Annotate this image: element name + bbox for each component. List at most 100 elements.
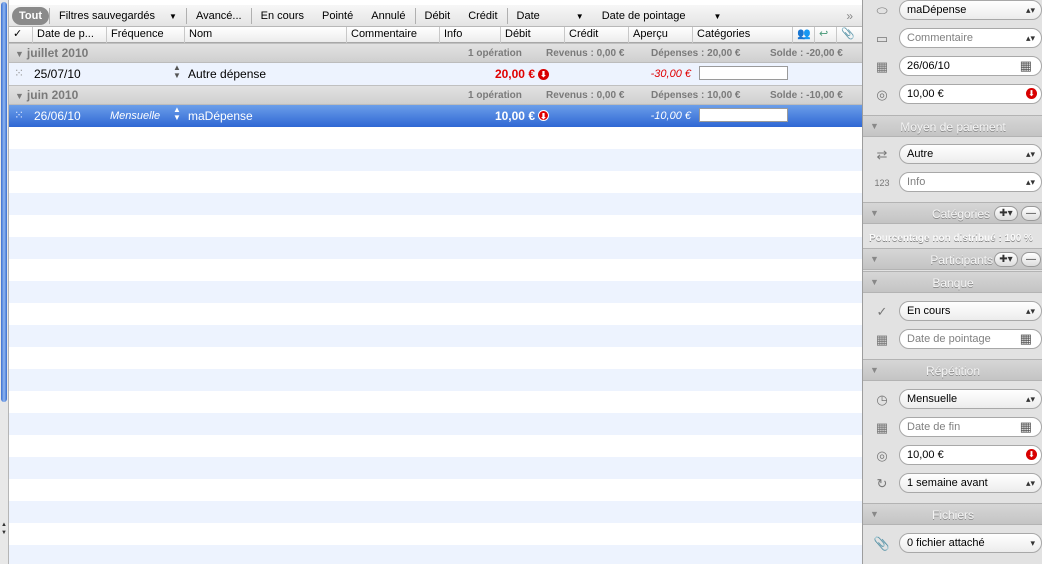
comment-row: ▭ Commentaire ▴▾	[863, 25, 1042, 53]
column-header-bar: ✓ Date de p... Fréquence Nom Commentaire…	[9, 27, 862, 43]
comment-field[interactable]: Commentaire ▴▾	[899, 28, 1042, 48]
categories-bar	[699, 66, 788, 80]
column-frequency[interactable]: Fréquence	[107, 27, 185, 43]
payment-mode-select[interactable]: Autre ▴▾	[899, 144, 1042, 164]
calendar-picker-icon[interactable]: ▦	[1020, 57, 1032, 75]
categories-section-header[interactable]: ▼ Catégories ✚▾ —	[863, 202, 1042, 224]
sort-stepper-icon[interactable]: ▲ ▼	[173, 106, 181, 122]
disclosure-triangle-icon[interactable]: ▼	[15, 91, 24, 101]
row-date: 26/06/10	[34, 109, 81, 123]
repeat-section-header[interactable]: ▼ Répétition	[863, 359, 1042, 381]
column-name[interactable]: Nom	[185, 27, 347, 43]
calendar-picker-icon[interactable]: ▦	[1020, 418, 1032, 436]
amount-value: 10,00 €	[907, 88, 944, 100]
payment-section-title: Moyen de paiement	[900, 120, 1006, 134]
date-field[interactable]: 26/06/10 ▦	[899, 56, 1042, 76]
group-header-june-2010[interactable]: ▼ juin 2010 1 opération Revenus : 0,00 € …	[9, 85, 862, 105]
add-participant-button[interactable]: ✚▾	[994, 252, 1018, 267]
end-date-placeholder: Date de fin	[907, 421, 961, 433]
expense-down-arrow-icon[interactable]: ⬇	[1026, 449, 1037, 460]
coins-icon: ◎	[876, 87, 888, 102]
filter-all-button[interactable]: Tout	[12, 6, 50, 25]
payment-mode-row: ⇄ Autre ▴▾	[863, 141, 1042, 169]
info-placeholder: Info	[907, 176, 926, 188]
remove-category-button[interactable]: —	[1021, 206, 1041, 221]
participants-section-header[interactable]: ▼ Participants ✚▾ —	[863, 248, 1042, 270]
files-select[interactable]: 0 fichier attaché ▾	[899, 533, 1042, 553]
disclosure-triangle-icon[interactable]: ▼	[15, 49, 24, 59]
checking-date-placeholder: Date de pointage	[907, 333, 991, 345]
tag-icon: ⬭	[876, 3, 888, 18]
pending-status-icon: ⁙	[14, 108, 25, 122]
saved-filters-menu[interactable]: Filtres sauvegardés ▼	[50, 7, 186, 25]
repeat-amount-field[interactable]: 10,00 € ⬇	[899, 445, 1042, 465]
files-section-title: Fichiers	[931, 508, 974, 522]
repeat-value: Mensuelle	[907, 393, 958, 405]
checking-date-row: ▦ Date de pointage ▦	[863, 326, 1042, 354]
filter-in-progress-button[interactable]: En cours	[252, 7, 313, 25]
scroll-down-arrow-icon[interactable]: ▼	[0, 530, 8, 536]
categories-bar	[699, 108, 788, 122]
end-date-row: ▦ Date de fin ▦	[863, 414, 1042, 442]
checking-date-field[interactable]: Date de pointage ▦	[899, 329, 1042, 349]
scroll-thumb[interactable]	[1, 2, 7, 402]
calendar-picker-icon[interactable]: ▦	[1020, 330, 1032, 348]
column-info[interactable]: Info	[440, 27, 501, 43]
row-preview: -10,00 €	[650, 110, 691, 122]
filter-toolbar: Tout Filtres sauvegardés ▼ Avancé... En c…	[9, 5, 862, 27]
end-date-field[interactable]: Date de fin ▦	[899, 417, 1042, 437]
payment-section-header[interactable]: ▼ Moyen de paiement	[863, 115, 1042, 137]
column-debit[interactable]: Débit	[501, 27, 565, 43]
coins-icon: ◎	[876, 448, 888, 463]
column-preview[interactable]: Aperçu	[629, 27, 693, 43]
group-header-july-2010[interactable]: ▼ juillet 2010 1 opération Revenus : 0,00…	[9, 43, 862, 63]
row-debit-amount: 10,00 €	[494, 109, 535, 123]
files-section-header[interactable]: ▼ Fichiers	[863, 503, 1042, 525]
more-filters-icon[interactable]: »	[837, 7, 862, 25]
table-row-selected[interactable]: ⁙ 26/06/10 Mensuelle ▲ ▼ maDépense 10,00 …	[9, 105, 862, 127]
column-check[interactable]: ✓	[9, 27, 33, 43]
bank-section-title: Banque	[932, 276, 974, 290]
remove-participant-button[interactable]: —	[1021, 252, 1041, 267]
date-filter-label: Date	[516, 9, 540, 22]
paperclip-icon: 📎	[873, 536, 891, 551]
reply-column-icon[interactable]: ↩	[815, 27, 837, 43]
reminder-select[interactable]: 1 semaine avant ▴▾	[899, 473, 1042, 493]
updown-icon: ▴▾	[1025, 478, 1035, 488]
files-row: 📎 0 fichier attaché ▾	[863, 530, 1042, 558]
participants-column-icon[interactable]: 👥	[793, 27, 815, 43]
table-row[interactable]: ⁙ 25/07/10 ▲ ▼ Autre dépense 20,00 € ⬇ -30…	[9, 63, 862, 85]
date-filter-menu[interactable]: Date ▼	[508, 7, 593, 25]
filter-advanced-button[interactable]: Avancé...	[187, 7, 251, 25]
filter-checked-button[interactable]: Pointé	[313, 7, 362, 25]
sort-stepper-icon[interactable]: ▲ ▼	[173, 64, 181, 80]
scroll-up-arrow-icon[interactable]: ▲	[0, 522, 8, 528]
expense-down-arrow-icon: ⬇	[538, 110, 549, 121]
expense-down-arrow-icon[interactable]: ⬇	[1026, 88, 1037, 99]
attachment-column-icon[interactable]: 📎	[837, 27, 862, 43]
reminder-row: ↻ 1 semaine avant ▴▾	[863, 470, 1042, 498]
column-credit[interactable]: Crédit	[565, 27, 629, 43]
name-field[interactable]: maDépense ▴▾	[899, 0, 1042, 20]
add-category-button[interactable]: ✚▾	[994, 206, 1018, 221]
left-scrollbar[interactable]: ▲ ▼	[0, 0, 9, 564]
row-name: Autre dépense	[188, 67, 267, 81]
unallocated-note: Pourcentage non distribué : 100 %	[869, 233, 1033, 244]
amount-field[interactable]: 10,00 € ⬇	[899, 84, 1042, 104]
row-date: 25/07/10	[34, 67, 81, 81]
column-comment[interactable]: Commentaire	[347, 27, 440, 43]
transactions-table: ▼ juillet 2010 1 opération Revenus : 0,00…	[9, 43, 862, 564]
filter-credit-button[interactable]: Crédit	[459, 7, 506, 25]
filter-cancelled-button[interactable]: Annulé	[362, 7, 414, 25]
checkmark-circle-icon: ✓	[876, 304, 888, 319]
calendar-cross-icon: ▦	[875, 420, 889, 435]
info-field[interactable]: Info ▴▾	[899, 172, 1042, 192]
column-date[interactable]: Date de p...	[33, 27, 107, 43]
repeat-select[interactable]: Mensuelle ▴▾	[899, 389, 1042, 409]
checking-date-filter-menu[interactable]: Date de pointage ▼	[593, 7, 731, 25]
column-categories[interactable]: Catégories	[693, 27, 793, 43]
bank-section-header[interactable]: ▼ Banque	[863, 271, 1042, 293]
info-row: 123 Info ▴▾	[863, 169, 1042, 197]
status-select[interactable]: En cours ▴▾	[899, 301, 1042, 321]
filter-debit-button[interactable]: Débit	[416, 7, 460, 25]
